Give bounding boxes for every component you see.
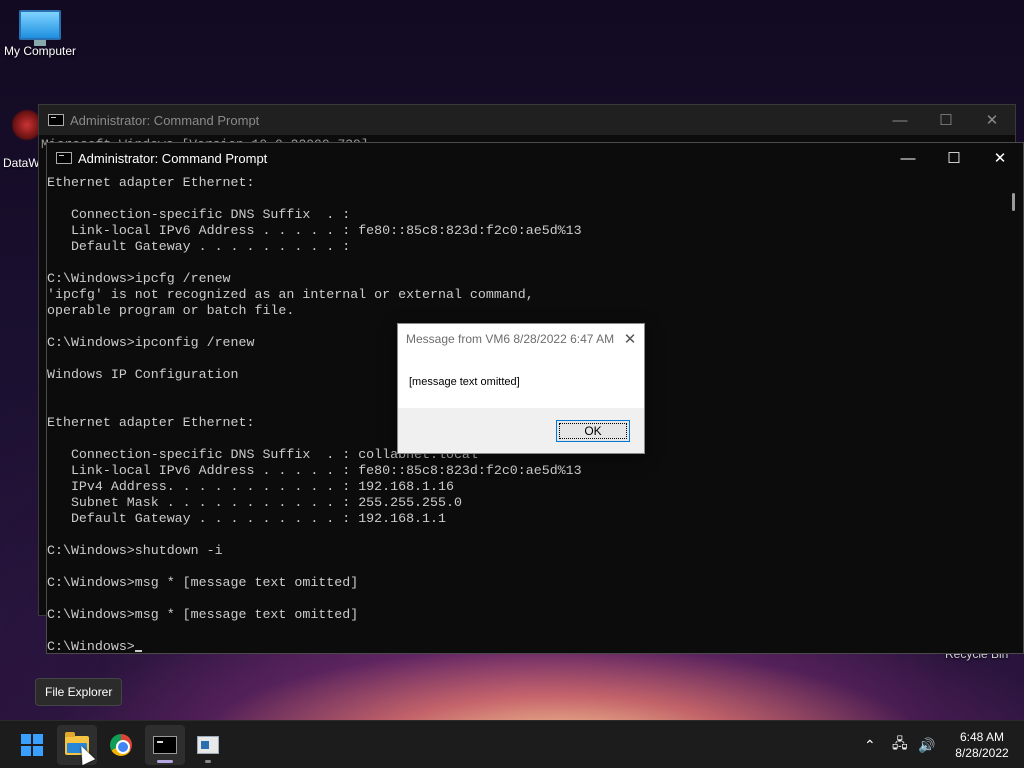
chevron-up-icon: ⌃ (864, 736, 876, 753)
window-titlebar[interactable]: Administrator: Command Prompt — ☐ ✕ (47, 143, 1023, 173)
console-line: C:\Windows>msg * [message text omitted] (47, 607, 359, 622)
taskbar-clock[interactable]: 6:48 AM 8/28/2022 (944, 729, 1020, 761)
dialog-title: Message from VM6 8/28/2022 6:47 AM (406, 332, 615, 346)
taskbar: ⌃ 🖧 🔊 6:48 AM 8/28/2022 (0, 720, 1024, 768)
console-line: Link-local IPv6 Address . . . . . : fe80… (47, 223, 582, 238)
console-line: operable program or batch file. (47, 303, 295, 318)
console-line: C:\Windows>msg * [message text omitted] (47, 575, 359, 590)
minimize-button[interactable]: — (885, 143, 931, 173)
clock-date: 8/28/2022 (955, 746, 1009, 760)
windows-start-icon (21, 734, 43, 756)
volume-icon: 🔊 (918, 736, 936, 753)
console-line: C:\Windows>shutdown -i (47, 543, 223, 558)
chrome-icon (110, 734, 132, 756)
taskbar-app-window[interactable] (188, 725, 228, 765)
open-app-indicator (205, 760, 211, 763)
dialog-message: [message text omitted] (398, 354, 644, 408)
close-button[interactable]: ✕ (977, 143, 1023, 173)
console-prompt: C:\Windows> (47, 639, 135, 653)
window-titlebar[interactable]: Administrator: Command Prompt — ☐ ✕ (39, 105, 1015, 135)
console-line: Link-local IPv6 Address . . . . . : fe80… (47, 463, 582, 478)
text-cursor (134, 650, 142, 652)
message-dialog[interactable]: Message from VM6 8/28/2022 6:47 AM ✕ [me… (397, 323, 645, 454)
monitor-icon (19, 10, 61, 46)
console-prompt-line[interactable]: C:\Windows> (47, 639, 1005, 653)
command-prompt-icon (56, 152, 72, 164)
dialog-footer: OK (398, 408, 644, 453)
network-icon: 🖧 (892, 735, 908, 751)
console-line: Connection-specific DNS Suffix . : (47, 207, 351, 222)
desktop-icon-label: My Computer (3, 44, 77, 58)
show-hidden-icons-button[interactable]: ⌃ (864, 721, 876, 768)
active-app-indicator (157, 760, 173, 763)
taskbar-command-prompt[interactable] (145, 725, 185, 765)
console-scrollbar[interactable] (1005, 175, 1023, 653)
taskbar-chrome[interactable] (101, 725, 141, 765)
console-line: Subnet Mask . . . . . . . . . . . : 255.… (47, 495, 462, 510)
console-line: C:\Windows>ipcfg /renew (47, 271, 231, 286)
maximize-button[interactable]: ☐ (923, 105, 969, 135)
app-window-icon (197, 736, 219, 754)
close-button[interactable]: ✕ (969, 105, 1015, 135)
dialog-titlebar[interactable]: Message from VM6 8/28/2022 6:47 AM ✕ (398, 324, 644, 354)
command-prompt-icon (153, 736, 177, 754)
window-title: Administrator: Command Prompt (70, 112, 260, 128)
console-line: 'ipcfg' is not recognized as an internal… (47, 287, 534, 302)
desktop-icon-label: DataW (3, 156, 40, 170)
close-icon[interactable]: ✕ (616, 330, 644, 348)
window-title: Administrator: Command Prompt (78, 150, 268, 166)
command-prompt-icon (48, 114, 64, 126)
taskbar-tooltip: File Explorer (35, 678, 123, 706)
maximize-button[interactable]: ☐ (931, 143, 977, 173)
console-line: Default Gateway . . . . . . . . . : (47, 239, 351, 254)
minimize-button[interactable]: — (877, 105, 923, 135)
console-line: Default Gateway . . . . . . . . . : 192.… (47, 511, 446, 526)
ok-button[interactable]: OK (556, 420, 630, 442)
console-line: IPv4 Address. . . . . . . . . . . : 192.… (47, 479, 454, 494)
network-status-button[interactable]: 🖧 (892, 721, 908, 768)
scrollbar-thumb[interactable] (1012, 193, 1015, 211)
clock-time: 6:48 AM (959, 730, 1005, 744)
start-button[interactable] (12, 725, 52, 765)
volume-button[interactable]: 🔊 (918, 721, 935, 768)
console-line: Ethernet adapter Ethernet: (47, 175, 255, 190)
desktop-icon-my-computer[interactable]: My Computer (0, 10, 80, 58)
